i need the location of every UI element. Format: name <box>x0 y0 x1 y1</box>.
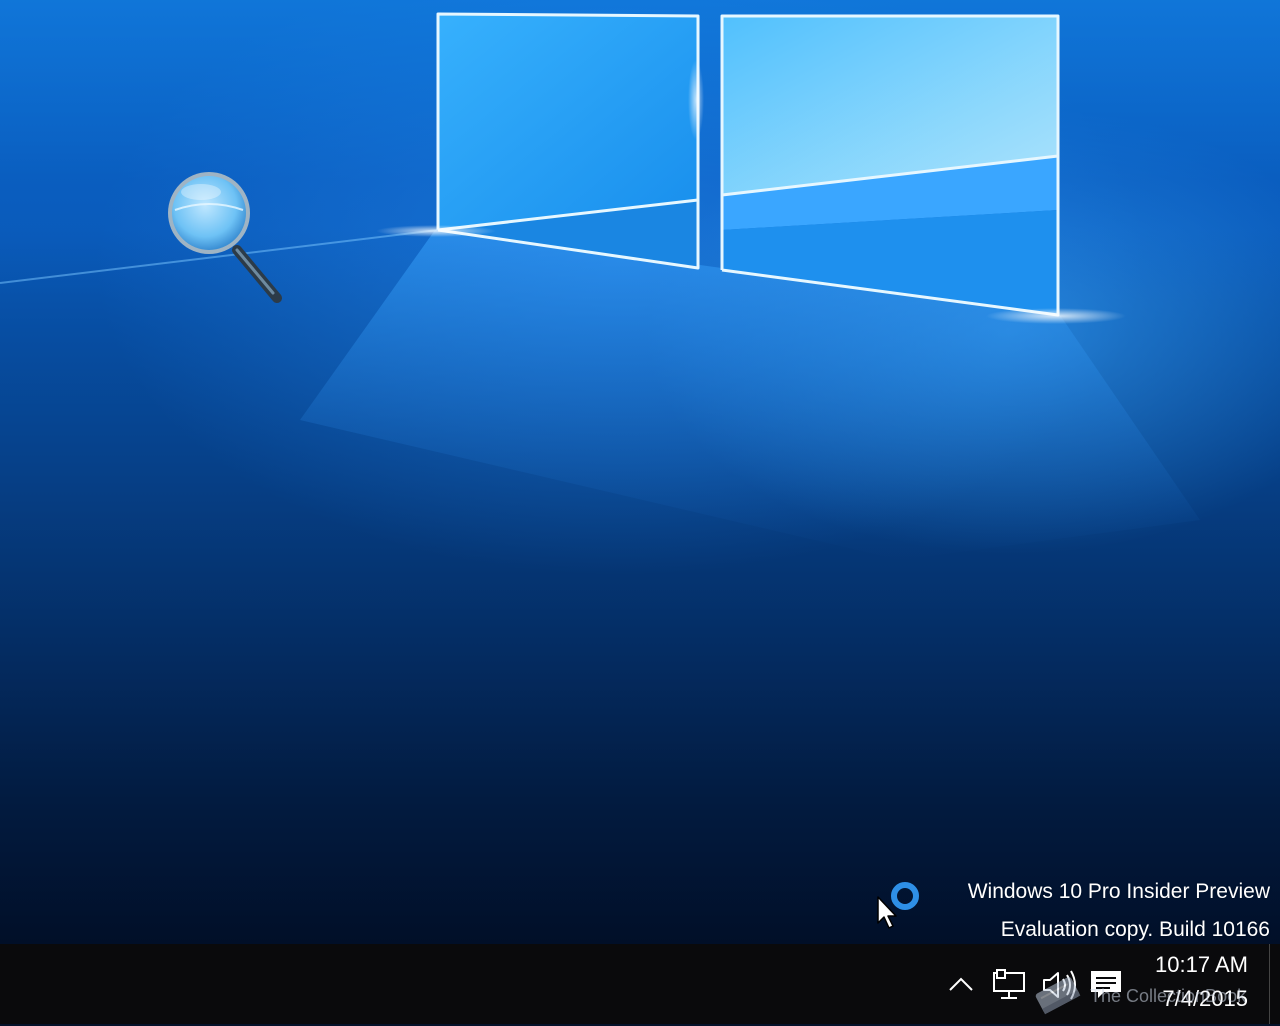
light-beam <box>300 230 1200 560</box>
taskbar[interactable]: 10:17 AM 7/4/2015 <box>0 944 1280 1024</box>
chevron-up-icon[interactable] <box>946 974 976 994</box>
network-icon[interactable] <box>992 968 1028 1002</box>
watermark-line-build: Evaluation copy. Build 10166 <box>1000 918 1270 941</box>
wallpaper-window-graphic <box>0 12 1200 560</box>
watermark-line-edition: Windows 10 Pro Insider Preview <box>967 880 1270 903</box>
clock-time: 10:17 AM <box>1155 952 1248 977</box>
desktop-background[interactable]: Windows 10 Pro Insider Preview Evaluatio… <box>0 0 1280 944</box>
clock-date: 7/4/2015 <box>1162 986 1248 1011</box>
build-watermark: Windows 10 Pro Insider Preview Evaluatio… <box>968 873 1270 944</box>
mouse-cursor-icon <box>877 896 897 929</box>
action-center-icon[interactable] <box>1088 968 1124 1002</box>
volume-icon[interactable] <box>1040 968 1080 1002</box>
show-desktop-button[interactable] <box>1269 944 1280 1024</box>
taskbar-clock[interactable]: 10:17 AM 7/4/2015 <box>1138 944 1260 1024</box>
magnifier-icon[interactable] <box>165 168 285 308</box>
window-pane-top-left <box>438 14 698 230</box>
